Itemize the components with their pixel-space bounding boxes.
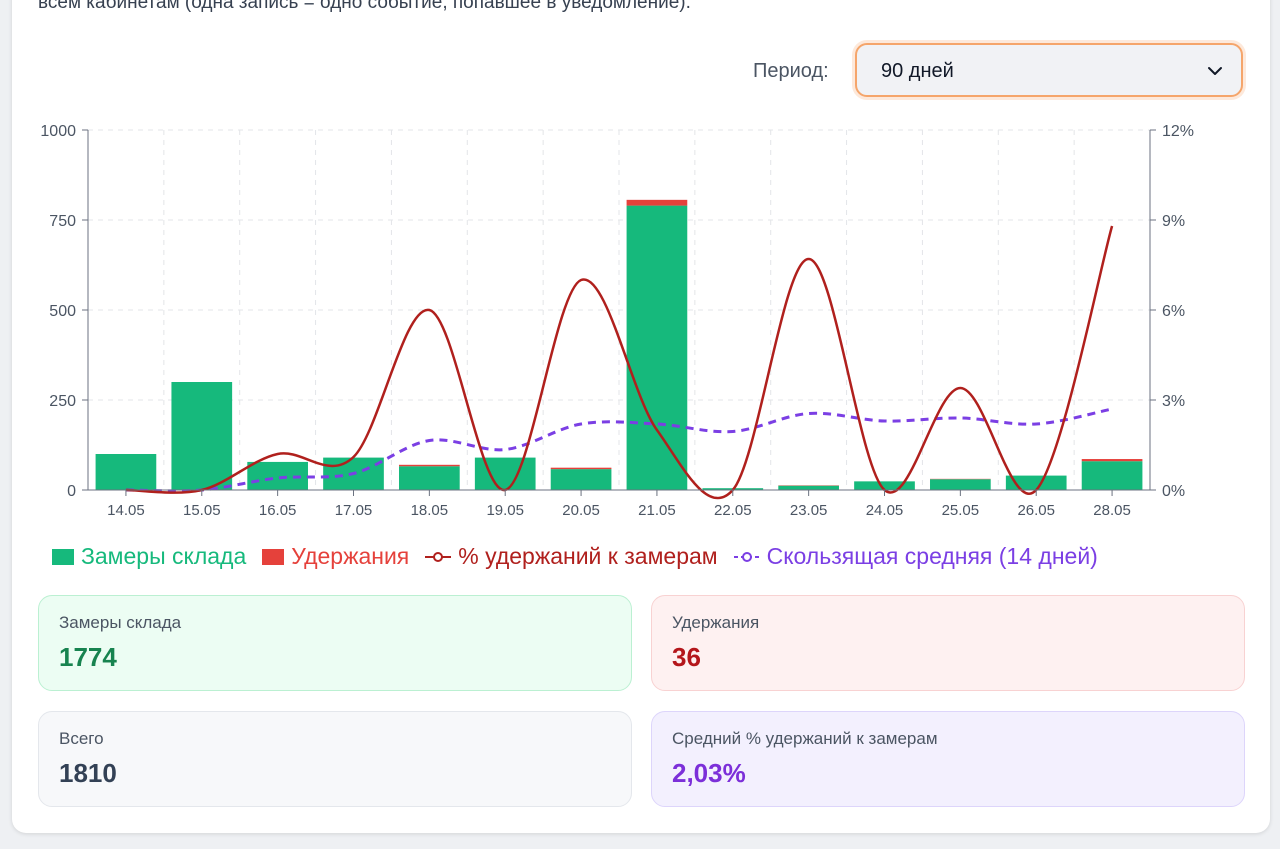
legend-label-zamery: Замеры склада (81, 543, 247, 569)
bar-zamery (930, 479, 991, 490)
stat-label-zamery: Замеры склада (59, 613, 182, 632)
stat-card-uderzh: Удержания 36 (651, 595, 1245, 691)
stat-label-uderzh: Удержания (672, 613, 760, 632)
period-select[interactable]: 90 дней (855, 43, 1243, 97)
stat-card-zamery: Замеры склада 1774 (38, 595, 632, 691)
stat-label-total: Всего (59, 729, 104, 748)
stat-value-zamery: 1774 (59, 642, 117, 672)
y-right-tick-label: 3% (1162, 393, 1185, 410)
x-tick-label: 25.05 (942, 502, 980, 519)
legend-item-zamery[interactable]: Замеры склада (52, 543, 246, 570)
legend-swatch-uderzh (262, 548, 285, 565)
y-left-tick-label: 750 (49, 213, 76, 230)
y-left-tick-label: 1000 (40, 123, 76, 140)
y-right-tick-label: 6% (1162, 303, 1185, 320)
legend-item-uderzh[interactable]: Удержания (262, 543, 409, 570)
x-tick-label: 22.05 (714, 502, 752, 519)
x-tick-label: 18.05 (411, 502, 449, 519)
y-right-tick-label: 12% (1162, 123, 1194, 140)
y-right-tick-label: 9% (1162, 213, 1185, 230)
x-tick-label: 21.05 (638, 502, 676, 519)
retention-chart: 0 250 500 750 1000 0% 3% 6% 9% 12% 14.05 15.05 16.05… (40, 123, 1194, 519)
legend-swatch-zamery (52, 548, 74, 565)
x-tick-label: 19.05 (486, 502, 524, 519)
bar-uderzh (550, 467, 612, 470)
bar-uderzh (1081, 459, 1143, 462)
bar-zamery (95, 454, 157, 490)
legend-line-avg-icon (733, 551, 760, 562)
stat-value-avg: 2,03% (672, 758, 746, 788)
y-left-tick-label: 500 (49, 303, 76, 320)
x-tick-label: 16.05 (259, 502, 297, 519)
stat-label-avg: Средний % удержаний к замерам (672, 729, 938, 748)
x-tick-label: 15.05 (183, 502, 221, 519)
bar-zamery (171, 382, 233, 490)
bar-zamery (1081, 461, 1143, 490)
legend-item-avg[interactable]: Скользящая средняя (14 дней) (733, 543, 1098, 570)
x-tick-label: 17.05 (335, 502, 373, 519)
legend-item-pct[interactable]: % удержаний к замерам (425, 543, 718, 570)
y-right-tick-label: 0% (1162, 483, 1185, 500)
stat-card-total: Всего 1810 (38, 711, 632, 807)
period-selected-value: 90 дней (881, 60, 954, 82)
stat-value-uderzh: 36 (672, 642, 701, 672)
report-description: всем кабинетам (одна запись = одно событ… (38, 0, 691, 13)
stat-card-avg: Средний % удержаний к замерам 2,03% (651, 711, 1245, 807)
chart-legend: Замеры склада Удержания % удержаний к за… (52, 543, 1098, 570)
bar-zamery (778, 485, 839, 490)
legend-label-avg: Скользящая средняя (14 дней) (766, 543, 1098, 569)
x-tick-label: 14.05 (107, 502, 145, 519)
period-label: Период: (753, 60, 829, 82)
x-tick-label: 26.05 (1017, 502, 1055, 519)
bar-uderzh (626, 199, 688, 206)
bar-zamery (399, 466, 460, 490)
bar-uderzh (399, 464, 460, 467)
x-tick-label: 24.05 (866, 502, 904, 519)
legend-label-uderzh: Удержания (291, 543, 410, 569)
legend-label-pct: % удержаний к замерам (458, 543, 718, 569)
bar-zamery (626, 205, 688, 490)
y-left-tick-label: 0 (67, 483, 76, 500)
stat-value-total: 1810 (59, 758, 117, 788)
x-tick-label: 28.05 (1093, 502, 1131, 519)
chevron-down-icon (1208, 67, 1222, 75)
bar-zamery (550, 469, 612, 490)
legend-line-pct-icon (425, 551, 452, 562)
x-tick-label: 23.05 (790, 502, 828, 519)
bar-zamery (474, 457, 536, 490)
y-left-tick-label: 250 (49, 393, 76, 410)
x-tick-label: 20.05 (562, 502, 600, 519)
